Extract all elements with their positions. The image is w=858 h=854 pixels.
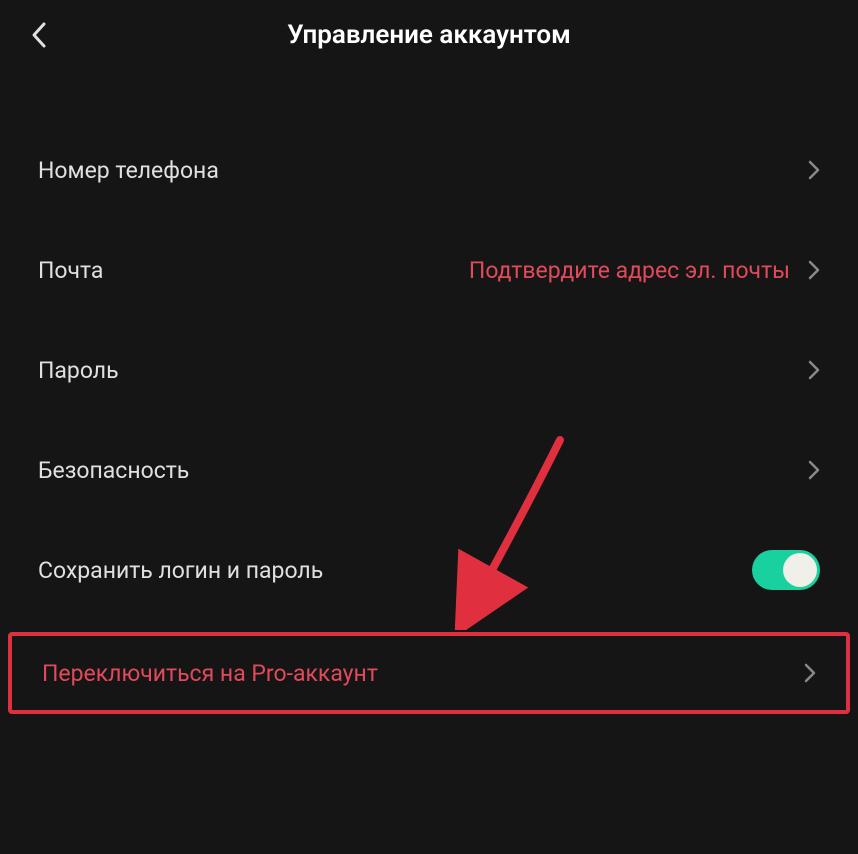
row-label: Номер телефона [38,157,219,184]
chevron-right-icon [808,160,820,180]
chevron-right-icon [804,663,816,683]
chevron-right-icon [808,460,820,480]
row-right [808,360,820,380]
row-security[interactable]: Безопасность [0,420,858,520]
chevron-right-icon [808,360,820,380]
row-label: Переключиться на Pro-аккаунт [42,660,378,687]
row-right: Подтвердите адрес эл. почты [469,257,820,284]
row-phone[interactable]: Номер телефона [0,120,858,220]
row-save-login[interactable]: Сохранить логин и пароль [0,520,858,620]
row-label: Безопасность [38,457,189,484]
row-label: Почта [38,257,103,284]
row-label: Пароль [38,357,119,384]
toggle-knob [783,553,817,587]
save-login-toggle[interactable] [752,550,820,590]
chevron-right-icon [808,260,820,280]
row-email[interactable]: Почта Подтвердите адрес эл. почты [0,220,858,320]
row-right [752,550,820,590]
row-value: Подтвердите адрес эл. почты [469,257,790,284]
row-pro-account[interactable]: Переключиться на Pro-аккаунт [8,632,850,714]
row-right [808,460,820,480]
row-password[interactable]: Пароль [0,320,858,420]
header: Управление аккаунтом [0,0,858,70]
back-button[interactable] [24,20,54,50]
page-title: Управление аккаунтом [287,20,571,50]
row-right [808,160,820,180]
settings-list: Номер телефона Почта Подтвердите адрес э… [0,70,858,714]
row-label: Сохранить логин и пароль [38,557,323,584]
chevron-left-icon [30,21,48,49]
